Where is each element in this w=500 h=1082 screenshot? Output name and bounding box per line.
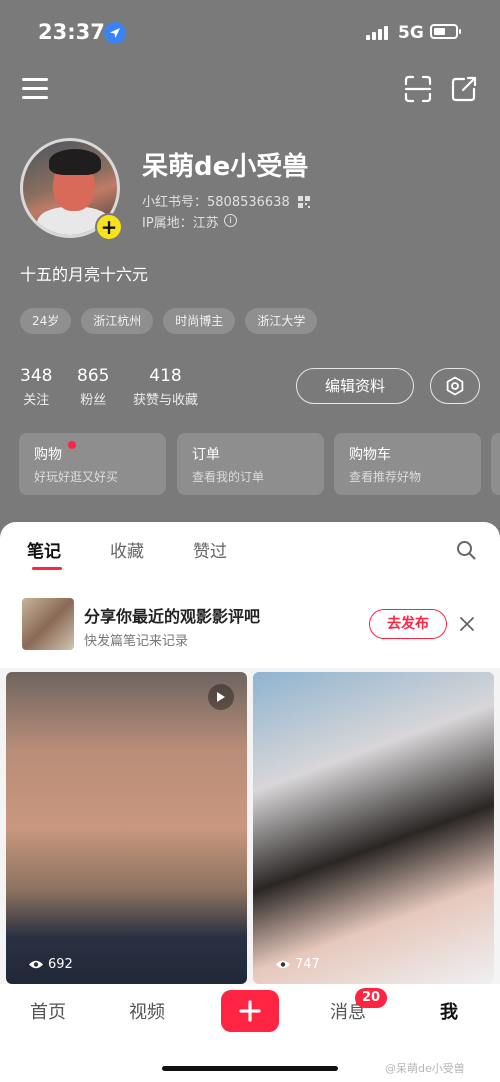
eye-icon	[276, 960, 290, 969]
ip-label: IP属地：	[142, 216, 193, 231]
note-card[interactable]	[6, 672, 247, 984]
tag-age[interactable]: 24岁	[20, 308, 72, 334]
post-button[interactable]	[221, 990, 279, 1032]
qr-code-icon[interactable]	[298, 193, 310, 208]
stat-likes-label: 获赞与收藏	[133, 393, 199, 408]
watermark: @呆萌de小受兽	[385, 1062, 465, 1075]
card-more[interactable]	[491, 433, 500, 495]
note-card[interactable]	[253, 672, 494, 984]
edit-profile-button[interactable]: 编辑资料	[296, 368, 414, 404]
share-icon[interactable]	[450, 75, 478, 103]
red-id-value: 5808536638	[207, 195, 290, 210]
info-icon[interactable]: i	[224, 214, 237, 227]
tag-school[interactable]: 浙江大学	[245, 308, 318, 334]
stat-followers-value: 865	[77, 366, 110, 386]
stat-followers-label: 粉丝	[80, 393, 107, 408]
profile-bio: 十五的月亮十六元	[20, 265, 149, 284]
ip-location: IP属地：江苏	[142, 212, 219, 231]
tab-active-indicator	[32, 567, 62, 570]
tag-location[interactable]: 浙江杭州	[81, 308, 154, 334]
nav-me[interactable]: 我	[440, 998, 458, 1024]
tab-collections[interactable]: 收藏	[110, 537, 144, 562]
promo-title: 分享你最近的观影影评吧	[84, 607, 261, 626]
profile-nickname: 呆萌de小受兽	[142, 152, 309, 182]
scan-icon[interactable]	[404, 75, 432, 103]
red-id: 小红书号：5808536638	[142, 191, 290, 210]
promo-thumbnail	[22, 598, 74, 650]
note-views: 692	[28, 957, 73, 972]
messages-badge: 20	[355, 988, 388, 1008]
promo-subtitle: 快发篇笔记来记录	[84, 634, 189, 649]
publish-button[interactable]: 去发布	[369, 609, 447, 639]
card-orders[interactable]: 订单 查看我的订单	[177, 433, 324, 495]
stat-likes-value: 418	[149, 366, 182, 386]
search-icon[interactable]	[456, 540, 476, 560]
add-avatar-plus-icon[interactable]: +	[95, 213, 123, 241]
tab-liked[interactable]: 赞过	[193, 537, 227, 562]
close-icon[interactable]	[460, 616, 474, 631]
card-shopping-subtitle: 好玩好逛又好买	[34, 470, 119, 484]
card-shopping[interactable]: 购物 好玩好逛又好买	[19, 433, 166, 495]
tab-notes[interactable]: 笔记	[27, 537, 61, 562]
ip-value: 江苏	[192, 216, 219, 231]
card-orders-title: 订单	[192, 447, 220, 463]
menu-icon[interactable]	[22, 78, 48, 100]
nav-home[interactable]: 首页	[30, 998, 66, 1024]
network-type: 5G	[398, 23, 424, 43]
card-orders-subtitle: 查看我的订单	[192, 470, 265, 484]
note-views-count: 747	[295, 957, 320, 972]
stat-following[interactable]: 348 关注	[20, 366, 52, 408]
play-icon	[208, 684, 234, 710]
note-views-count: 692	[48, 957, 73, 972]
gear-icon	[446, 376, 464, 396]
settings-button[interactable]	[430, 368, 480, 404]
home-indicator	[162, 1066, 338, 1071]
card-shopping-title: 购物	[34, 447, 62, 463]
signal-icon	[366, 26, 388, 40]
stat-likes[interactable]: 418 获赞与收藏	[133, 366, 198, 408]
eye-icon	[29, 960, 43, 969]
notification-dot	[68, 441, 76, 449]
nav-video[interactable]: 视频	[129, 998, 165, 1024]
plus-icon	[239, 1000, 261, 1022]
card-cart-title: 购物车	[349, 447, 391, 463]
battery-icon	[430, 24, 461, 39]
tag-role[interactable]: 时尚博主	[163, 308, 236, 334]
stat-followers[interactable]: 865 粉丝	[77, 366, 109, 408]
card-cart[interactable]: 购物车 查看推荐好物	[334, 433, 481, 495]
stat-following-value: 348	[20, 366, 53, 386]
red-id-label: 小红书号：	[142, 195, 208, 210]
location-arrow-icon	[104, 22, 126, 44]
stat-following-label: 关注	[23, 393, 50, 408]
status-time: 23:37	[38, 20, 105, 44]
card-cart-subtitle: 查看推荐好物	[349, 470, 422, 484]
profile-tags: 24岁 浙江杭州 时尚博主 浙江大学	[20, 308, 318, 334]
note-views: 747	[275, 957, 320, 972]
